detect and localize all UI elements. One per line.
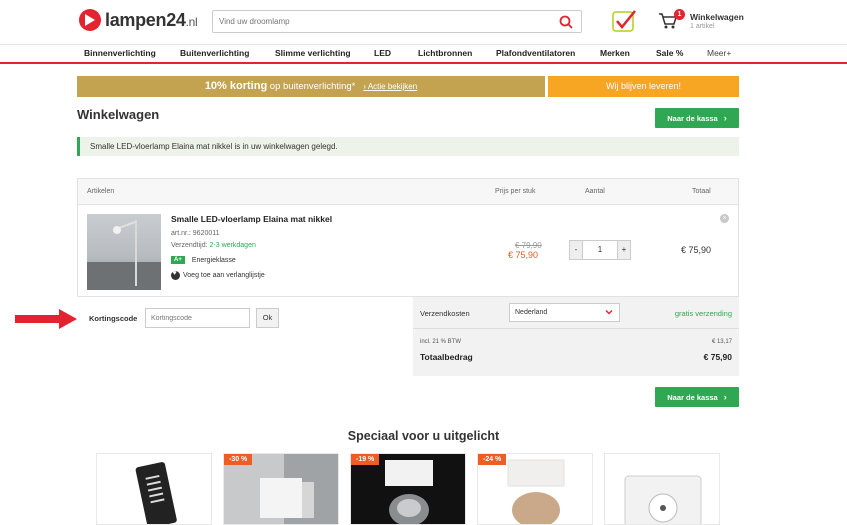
search-input[interactable] (213, 11, 543, 32)
product-card[interactable]: -30 % (223, 453, 339, 525)
product-card[interactable]: -19 % (350, 453, 466, 525)
nav-item-buitenverlichting[interactable]: Buitenverlichting (180, 48, 249, 58)
coupon-label: Kortingscode (89, 314, 138, 323)
free-shipping-text: gratis verzending (674, 309, 732, 318)
sale-price: € 75,90 (508, 250, 539, 260)
product-energy-class: A+ Energieklasse (171, 256, 236, 264)
summary-divider (413, 328, 739, 329)
search-icon[interactable] (559, 15, 573, 29)
checkmark-badge-icon[interactable] (612, 9, 637, 33)
old-price: € 79,90 (515, 241, 542, 250)
added-to-cart-notice: Smalle LED-vloerlamp Elaina mat nikkel i… (77, 137, 739, 156)
cart-title: Winkelwagen (690, 12, 744, 22)
cart-count-badge: 1 (674, 9, 685, 20)
product-card[interactable] (604, 453, 720, 525)
chevron-down-icon (605, 310, 613, 315)
product-image[interactable] (87, 214, 161, 290)
cart-widget[interactable]: 1 Winkelwagen 1 artikel (658, 9, 744, 32)
logo[interactable]: lampen24.nl (79, 9, 198, 31)
checkout-button-bottom[interactable]: Naar de kassa › (655, 387, 739, 407)
cart-item-count: 1 artikel (690, 23, 715, 30)
total-label: Totaalbedrag (420, 352, 473, 362)
product-card[interactable] (96, 453, 212, 525)
promo-bold: 10% korting (204, 80, 268, 92)
dimmer-switch-image (624, 475, 702, 524)
main-nav: Binnenverlichting Buitenverlichting Slim… (0, 44, 847, 64)
shipping-label: Verzendkosten (420, 309, 470, 318)
coupon-submit-button[interactable]: Ok (256, 308, 279, 328)
nav-item-more[interactable]: Meer+ (707, 48, 731, 58)
qty-input[interactable]: 1 (582, 241, 618, 259)
cart-icon: 1 (658, 9, 685, 32)
red-arrow-icon (15, 309, 77, 329)
nav-item-slimme-verlichting[interactable]: Slimme verlichting (275, 48, 351, 58)
cart-table: Artikelen Prijs per stuk Aantal Totaal S… (77, 178, 739, 297)
product-card[interactable]: -24 % (477, 453, 593, 525)
remove-item-icon[interactable]: × (720, 214, 729, 223)
nav-item-binnenverlichting[interactable]: Binnenverlichting (84, 48, 156, 58)
discount-badge: -19 % (351, 454, 380, 465)
qty-minus-button[interactable]: - (570, 241, 582, 259)
remote-control-image (135, 462, 177, 524)
nav-item-merken[interactable]: Merken (600, 48, 630, 58)
discount-badge: -24 % (478, 454, 507, 465)
promo-link[interactable]: › Actie bekijken (363, 82, 417, 91)
nav-item-plafondventilatoren[interactable]: Plafondventilatoren (496, 48, 575, 58)
order-summary: Verzendkosten Nederland gratis verzendin… (413, 297, 739, 376)
heart-icon (171, 270, 180, 280)
row-total: € 75,90 (681, 245, 712, 255)
promo-text: op buitenverlichting* (267, 81, 356, 92)
total-value: € 75,90 (703, 352, 732, 362)
energy-badge: A+ (171, 256, 185, 264)
qty-plus-button[interactable]: + (618, 241, 630, 259)
header-qty: Aantal (585, 188, 605, 195)
vat-value: € 13,17 (711, 339, 732, 345)
header-total: Totaal (692, 188, 711, 195)
product-shipping-time: Verzendtijd: 2-3 werkdagen (171, 242, 256, 249)
quantity-stepper: - 1 + (569, 240, 631, 260)
nav-item-sale[interactable]: Sale % (656, 48, 683, 58)
page-title: Winkelwagen (77, 107, 160, 122)
nav-item-led[interactable]: LED (374, 48, 391, 58)
product-name[interactable]: Smalle LED-vloerlamp Elaina mat nikkel (171, 214, 332, 224)
nav-item-lichtbronnen[interactable]: Lichtbronnen (418, 48, 472, 58)
checkout-button-top[interactable]: Naar de kassa › (655, 108, 739, 128)
specials-title: Speciaal voor u uitgelicht (347, 429, 500, 443)
delivery-banner[interactable]: Wij blijven leveren! (548, 76, 739, 97)
vat-label: incl. 21 % BTW (420, 339, 462, 345)
site-header: lampen24.nl 1 Winkelwagen 1 artikel (0, 0, 847, 44)
header-unit-price: Prijs per stuk (495, 188, 536, 195)
product-art-nr: art.nr.: 9620011 (171, 230, 220, 237)
promo-banner[interactable]: 10% korting op buitenverlichting* › Actie… (77, 76, 545, 97)
logo-mark-icon (79, 9, 101, 31)
cart-table-header: Artikelen Prijs per stuk Aantal Totaal (78, 179, 738, 205)
search-bar (212, 10, 582, 33)
coupon-input[interactable] (145, 308, 250, 328)
country-select[interactable]: Nederland (509, 303, 620, 322)
discount-badge: -30 % (224, 454, 253, 465)
logo-text: lampen24.nl (105, 9, 198, 30)
header-articles: Artikelen (87, 188, 115, 195)
wishlist-link[interactable]: Voeg toe aan verlanglijstje (171, 270, 265, 280)
